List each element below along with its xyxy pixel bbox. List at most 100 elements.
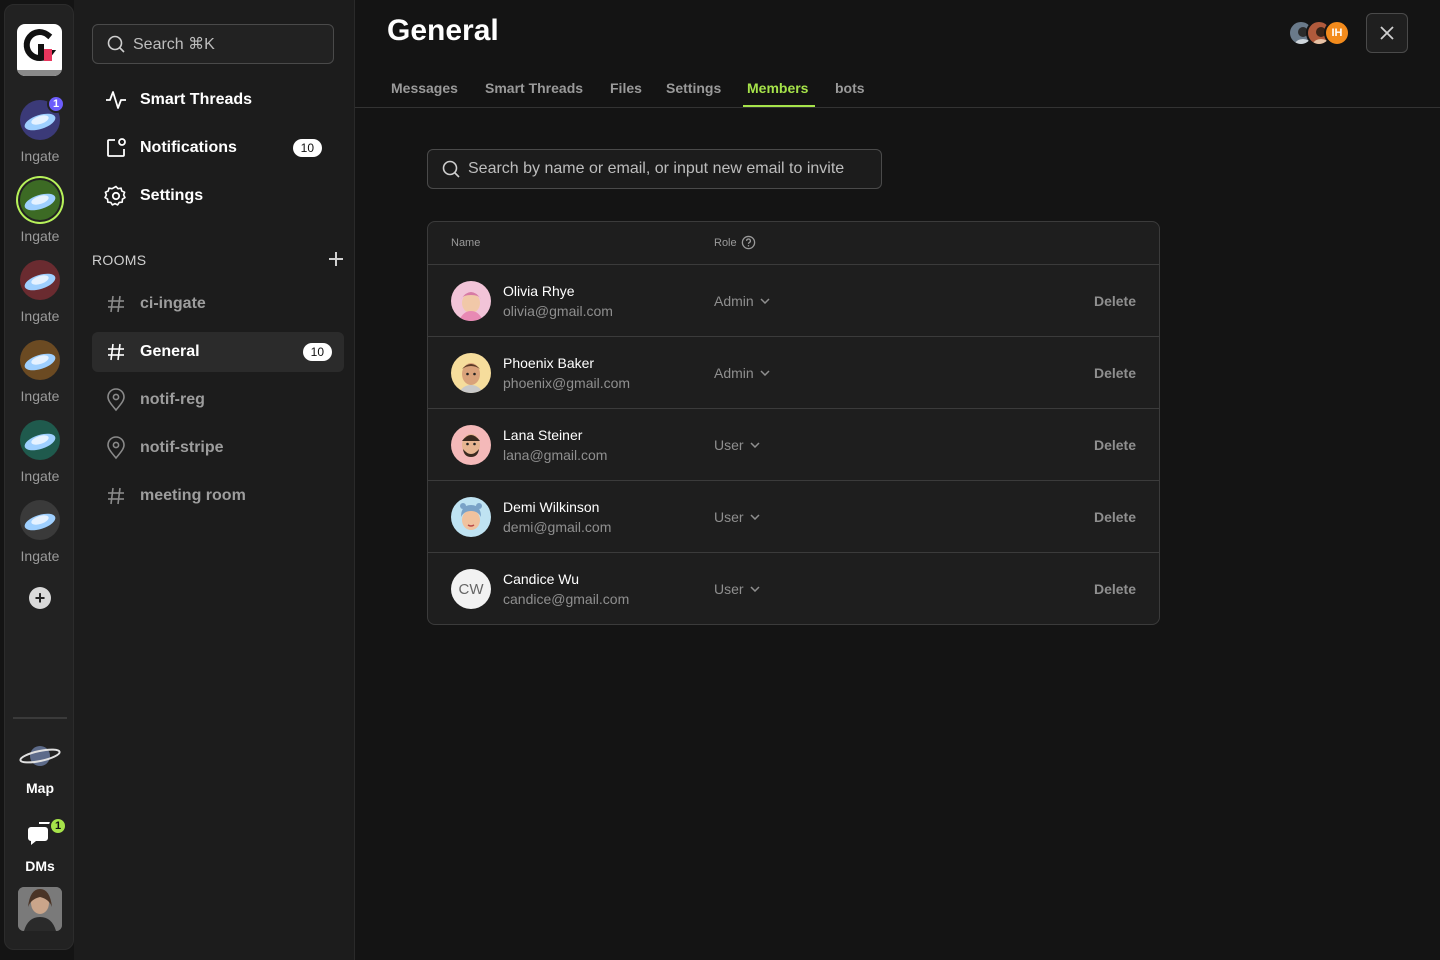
- hash-icon: [104, 340, 128, 364]
- workspace-avatar: [20, 420, 60, 460]
- workspace-label: Ingate: [20, 468, 60, 484]
- sidebar-search-input[interactable]: Search ⌘K: [92, 24, 334, 64]
- workspace-label: Ingate: [20, 548, 60, 564]
- member-avatar: [451, 497, 491, 537]
- role-dropdown[interactable]: User: [714, 509, 760, 525]
- role-dropdown[interactable]: Admin: [714, 293, 770, 309]
- role-dropdown[interactable]: User: [714, 437, 760, 453]
- workspace-1[interactable]: 1 Ingate: [5, 95, 75, 164]
- notifications-count-badge: 10: [292, 139, 322, 157]
- table-header: Name Role: [428, 222, 1159, 265]
- room-notif-reg[interactable]: notif-reg: [92, 380, 344, 420]
- logo-icon: [23, 29, 57, 62]
- tab-messages[interactable]: Messages: [391, 80, 458, 96]
- member-email: olivia@gmail.com: [503, 303, 613, 319]
- app-logo[interactable]: [17, 24, 62, 76]
- member-avatar-initials: CW: [451, 569, 491, 609]
- workspace-label: Ingate: [20, 148, 60, 164]
- room-label: General: [140, 343, 200, 360]
- tab-smart-threads[interactable]: Smart Threads: [485, 80, 583, 96]
- main-panel: General IH Messages Smart Threads Files …: [355, 0, 1440, 960]
- room-label: ci-ingate: [140, 295, 206, 312]
- add-room-button[interactable]: [328, 248, 344, 272]
- workspace-5[interactable]: Ingate: [5, 420, 75, 484]
- room-ci-ingate[interactable]: ci-ingate: [92, 284, 344, 324]
- spaceship-icon: [24, 353, 56, 371]
- role-value: User: [714, 581, 744, 597]
- dms-badge: 1: [49, 817, 67, 835]
- delete-button[interactable]: Delete: [1094, 509, 1136, 525]
- workspace-avatar: [20, 340, 60, 380]
- sidebar: Search ⌘K Smart Threads Notifications 10…: [74, 0, 355, 960]
- gear-icon: [104, 184, 128, 208]
- role-header-label: Role: [714, 236, 737, 249]
- sidebar-search-placeholder: Search ⌘K: [133, 36, 215, 53]
- table-row: CW Candice Wu candice@gmail.com User Del…: [428, 553, 1159, 624]
- tab-bar: Messages Smart Threads Files Settings Me…: [355, 72, 1440, 108]
- room-label: meeting room: [140, 487, 246, 504]
- delete-button[interactable]: Delete: [1094, 293, 1136, 309]
- member-name: Lana Steiner: [503, 427, 583, 443]
- map-button[interactable]: Map: [5, 741, 75, 796]
- workspace-6[interactable]: Ingate: [5, 500, 75, 564]
- table-row: Lana Steiner lana@gmail.com User Delete: [428, 409, 1159, 481]
- table-row: Demi Wilkinson demi@gmail.com User Delet…: [428, 481, 1159, 553]
- tab-files[interactable]: Files: [610, 80, 642, 96]
- tab-bots[interactable]: bots: [835, 80, 865, 96]
- member-search-input[interactable]: Search by name or email, or input new em…: [427, 149, 882, 189]
- delete-button[interactable]: Delete: [1094, 581, 1136, 597]
- column-header-role: Role: [714, 235, 756, 250]
- member-avatar: [451, 281, 491, 321]
- member-email: lana@gmail.com: [503, 447, 608, 463]
- role-value: User: [714, 437, 744, 453]
- member-name: Demi Wilkinson: [503, 499, 600, 515]
- close-button[interactable]: [1366, 13, 1408, 53]
- hash-icon: [104, 292, 128, 316]
- tab-settings[interactable]: Settings: [666, 80, 721, 96]
- dms-label: DMs: [25, 858, 55, 874]
- member-email: candice@gmail.com: [503, 591, 630, 607]
- rooms-header: ROOMS: [92, 248, 344, 272]
- rail-divider: [13, 717, 67, 719]
- user-avatar[interactable]: [18, 887, 62, 931]
- room-meeting-room[interactable]: meeting room: [92, 476, 344, 516]
- role-dropdown[interactable]: Admin: [714, 365, 770, 381]
- pin-icon: [104, 388, 128, 412]
- room-label: notif-reg: [140, 391, 205, 408]
- activity-icon: [104, 88, 128, 112]
- member-search-placeholder: Search by name or email, or input new em…: [468, 160, 845, 177]
- nav-label: Settings: [140, 187, 204, 204]
- active-tab-indicator: [743, 105, 815, 107]
- spaceship-icon: [24, 433, 56, 451]
- member-name: Olivia Rhye: [503, 283, 575, 299]
- add-workspace-button[interactable]: +: [29, 587, 51, 609]
- rooms-title: ROOMS: [92, 252, 147, 268]
- workspace-4[interactable]: Ingate: [5, 340, 75, 404]
- role-dropdown[interactable]: User: [714, 581, 760, 597]
- delete-button[interactable]: Delete: [1094, 365, 1136, 381]
- role-value: Admin: [714, 293, 754, 309]
- table-row: Olivia Rhye olivia@gmail.com Admin Delet…: [428, 265, 1159, 337]
- nav-settings[interactable]: Settings: [92, 176, 344, 216]
- member-name: Candice Wu: [503, 571, 580, 587]
- workspace-2[interactable]: Ingate: [5, 180, 75, 244]
- member-email: demi@gmail.com: [503, 519, 612, 535]
- delete-button[interactable]: Delete: [1094, 437, 1136, 453]
- dms-button[interactable]: 1 DMs: [5, 817, 75, 874]
- channel-members-avatars[interactable]: IH: [1288, 20, 1350, 46]
- user-photo: [18, 887, 62, 931]
- nav-smart-threads[interactable]: Smart Threads: [92, 80, 344, 120]
- nav-label: Smart Threads: [140, 91, 253, 108]
- member-avatar: [451, 425, 491, 465]
- chevron-down-icon: [760, 370, 770, 376]
- workspace-avatar: [20, 180, 60, 220]
- nav-notifications[interactable]: Notifications 10: [92, 128, 344, 168]
- workspace-3[interactable]: Ingate: [5, 260, 75, 324]
- tab-members[interactable]: Members: [747, 80, 808, 96]
- help-icon[interactable]: [741, 235, 756, 250]
- room-notif-stripe[interactable]: notif-stripe: [92, 428, 344, 468]
- member-name: Phoenix Baker: [503, 355, 595, 371]
- close-icon: [1380, 26, 1394, 40]
- room-general[interactable]: General 10: [92, 332, 344, 372]
- workspace-label: Ingate: [20, 308, 60, 324]
